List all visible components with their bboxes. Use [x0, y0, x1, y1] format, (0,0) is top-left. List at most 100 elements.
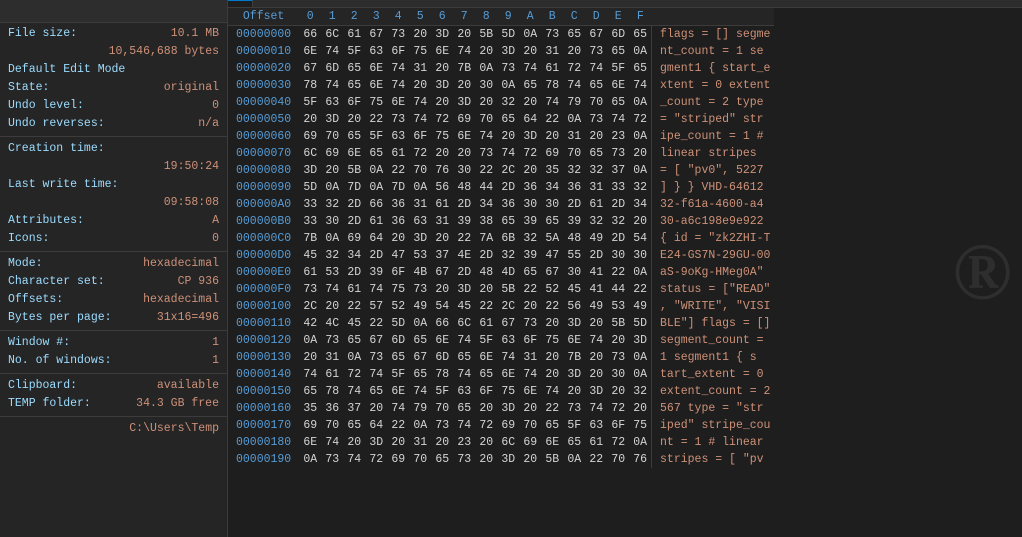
hex-cell[interactable]: 61: [541, 60, 563, 77]
hex-cell[interactable]: 32: [585, 162, 607, 179]
hex-cell[interactable]: 20: [343, 111, 365, 128]
hex-cell[interactable]: 5F: [343, 43, 365, 60]
hex-cell[interactable]: 3D: [365, 434, 387, 451]
hex-cell[interactable]: 3D: [453, 94, 475, 111]
hex-cell[interactable]: 70: [321, 417, 343, 434]
hex-cell[interactable]: 20: [519, 94, 541, 111]
hex-cell[interactable]: 31: [563, 128, 585, 145]
hex-cell[interactable]: 20: [431, 434, 453, 451]
hex-cell[interactable]: 67: [365, 332, 387, 349]
hex-cell[interactable]: 3D: [321, 111, 343, 128]
hex-cell[interactable]: 78: [431, 366, 453, 383]
hex-cell[interactable]: 20: [365, 400, 387, 417]
hex-cell[interactable]: 22: [541, 400, 563, 417]
hex-cell[interactable]: 36: [563, 179, 585, 196]
hex-cell[interactable]: 6C: [497, 434, 519, 451]
hex-cell[interactable]: 48: [475, 264, 497, 281]
hex-cell[interactable]: 70: [431, 400, 453, 417]
hex-cell[interactable]: 72: [607, 434, 629, 451]
hex-cell[interactable]: 3D: [299, 162, 321, 179]
hex-cell[interactable]: 34: [475, 196, 497, 213]
hex-cell[interactable]: 73: [409, 281, 431, 298]
hex-cell[interactable]: 53: [607, 298, 629, 315]
hex-cell[interactable]: 75: [541, 332, 563, 349]
hex-cell[interactable]: 6E: [431, 43, 453, 60]
hex-cell[interactable]: 3D: [431, 26, 453, 44]
hex-cell[interactable]: 20: [607, 332, 629, 349]
hex-cell[interactable]: 67: [299, 60, 321, 77]
hex-cell[interactable]: 65: [365, 145, 387, 162]
hex-cell[interactable]: 73: [497, 60, 519, 77]
hex-cell[interactable]: 73: [563, 400, 585, 417]
hex-cell[interactable]: 54: [629, 230, 651, 247]
hex-cell[interactable]: 0A: [629, 366, 651, 383]
hex-cell[interactable]: 73: [453, 451, 475, 468]
hex-cell[interactable]: 22: [343, 298, 365, 315]
hex-cell[interactable]: 74: [365, 366, 387, 383]
hex-cell[interactable]: 32: [629, 179, 651, 196]
hex-cell[interactable]: 74: [409, 94, 431, 111]
hex-cell[interactable]: 67: [541, 264, 563, 281]
hex-cell[interactable]: 73: [387, 111, 409, 128]
hex-cell[interactable]: 20: [387, 434, 409, 451]
hex-cell[interactable]: 49: [585, 230, 607, 247]
hex-cell[interactable]: 32: [321, 196, 343, 213]
hex-cell[interactable]: 74: [475, 128, 497, 145]
hex-cell[interactable]: 69: [387, 451, 409, 468]
hex-cell[interactable]: 41: [585, 281, 607, 298]
hex-cell[interactable]: 67: [365, 26, 387, 44]
hex-cell[interactable]: 0A: [497, 77, 519, 94]
hex-cell[interactable]: 6F: [343, 94, 365, 111]
hex-cell[interactable]: 45: [343, 315, 365, 332]
hex-cell[interactable]: 5B: [541, 451, 563, 468]
hex-cell[interactable]: 65: [343, 332, 365, 349]
hex-cell[interactable]: 74: [387, 77, 409, 94]
hex-cell[interactable]: 2D: [343, 264, 365, 281]
hex-cell[interactable]: 31: [585, 179, 607, 196]
hex-cell[interactable]: 36: [497, 196, 519, 213]
hex-cell[interactable]: 20: [431, 94, 453, 111]
hex-cell[interactable]: 44: [475, 179, 497, 196]
hex-cell[interactable]: 74: [343, 451, 365, 468]
hex-cell[interactable]: 0A: [409, 315, 431, 332]
hex-cell[interactable]: 53: [409, 247, 431, 264]
hex-cell[interactable]: 20: [519, 451, 541, 468]
hex-cell[interactable]: 31: [321, 349, 343, 366]
hex-cell[interactable]: 31: [409, 60, 431, 77]
hex-cell[interactable]: 5F: [387, 366, 409, 383]
hex-cell[interactable]: 6D: [431, 349, 453, 366]
hex-cell[interactable]: 20: [629, 145, 651, 162]
hex-cell[interactable]: 73: [365, 349, 387, 366]
hex-cell[interactable]: 66: [299, 26, 321, 44]
hex-cell[interactable]: 74: [343, 383, 365, 400]
hex-cell[interactable]: 6F: [387, 43, 409, 60]
hex-cell[interactable]: 30: [563, 264, 585, 281]
hex-cell[interactable]: 20: [585, 315, 607, 332]
hex-cell[interactable]: 7D: [387, 179, 409, 196]
hex-cell[interactable]: 0A: [321, 179, 343, 196]
hex-cell[interactable]: 48: [563, 230, 585, 247]
hex-cell[interactable]: 69: [321, 145, 343, 162]
hex-cell[interactable]: 5F: [431, 383, 453, 400]
hex-cell[interactable]: 45: [453, 298, 475, 315]
hex-cell[interactable]: 22: [387, 162, 409, 179]
hex-cell[interactable]: 20: [475, 94, 497, 111]
hex-cell[interactable]: 4E: [453, 247, 475, 264]
hex-cell[interactable]: 72: [475, 417, 497, 434]
hex-cell[interactable]: 67: [585, 26, 607, 44]
hex-cell[interactable]: 20: [519, 400, 541, 417]
hex-cell[interactable]: 49: [629, 298, 651, 315]
hex-cell[interactable]: 39: [365, 264, 387, 281]
hex-cell[interactable]: 73: [321, 451, 343, 468]
hex-cell[interactable]: 0A: [409, 417, 431, 434]
hex-cell[interactable]: 22: [475, 298, 497, 315]
hex-cell[interactable]: 78: [321, 383, 343, 400]
hex-cell[interactable]: 6E: [607, 77, 629, 94]
hex-cell[interactable]: 20: [409, 77, 431, 94]
hex-cell[interactable]: 20: [541, 366, 563, 383]
hex-cell[interactable]: 74: [453, 417, 475, 434]
hex-cell[interactable]: 20: [321, 162, 343, 179]
hex-cell[interactable]: 48: [453, 179, 475, 196]
hex-cell[interactable]: 2D: [563, 196, 585, 213]
hex-cell[interactable]: 39: [519, 213, 541, 230]
